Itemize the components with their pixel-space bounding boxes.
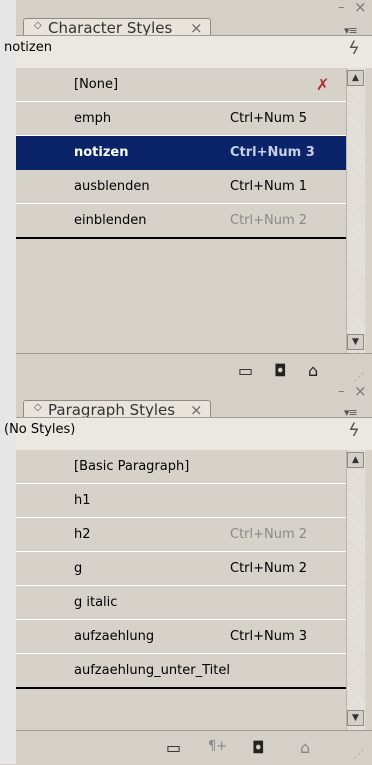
style-name: einblenden: [74, 213, 147, 228]
scroll-down-icon[interactable]: ▼: [347, 334, 364, 350]
new-style-icon[interactable]: ◘: [274, 361, 287, 380]
scroll-up-icon[interactable]: ▲: [347, 70, 364, 86]
list-item[interactable]: h2 Ctrl+Num 2: [16, 518, 346, 552]
tab-expand-icon[interactable]: ◇: [34, 20, 42, 31]
tab-character-styles[interactable]: ◇ Character Styles ×: [23, 18, 211, 37]
list-item[interactable]: aufzaehlung_unter_Titel: [16, 654, 346, 688]
style-name: h1: [74, 493, 91, 508]
no-edit-icon: ✗: [316, 75, 330, 94]
character-styles-panel: ◇ Character Styles × – × ▾≡ notizen ϟ [N…: [4, 0, 372, 388]
list-item[interactable]: einblenden Ctrl+Num 2: [16, 204, 346, 238]
scroll-down-icon[interactable]: ▼: [347, 710, 364, 726]
panel-tab-bar: ◇ Paragraph Styles × – × ▾≡: [16, 382, 372, 419]
style-shortcut: Ctrl+Num 2: [230, 561, 308, 576]
style-name: g italic: [74, 595, 118, 610]
style-name: [Basic Paragraph]: [74, 459, 190, 474]
scrollbar[interactable]: ▲ ▼: [346, 68, 365, 354]
current-style-bar: (No Styles) ϟ: [4, 417, 372, 450]
style-shortcut: Ctrl+Num 2: [230, 213, 308, 228]
trash-icon[interactable]: ⌂: [308, 361, 318, 380]
quick-apply-icon[interactable]: ϟ: [348, 420, 360, 441]
list-item[interactable]: aufzaehlung Ctrl+Num 3: [16, 620, 346, 654]
style-name: aufzaehlung: [74, 629, 155, 644]
style-name: h2: [74, 527, 91, 542]
scrollbar[interactable]: ▲ ▼: [346, 450, 365, 730]
folder-icon[interactable]: ▭: [238, 361, 253, 380]
list-item[interactable]: ausblenden Ctrl+Num 1: [16, 170, 346, 204]
list-item[interactable]: g Ctrl+Num 2: [16, 552, 346, 586]
style-name: ausblenden: [74, 179, 150, 194]
resize-grip[interactable]: ⋰: [354, 749, 364, 760]
character-style-list: [None] ✗ emph Ctrl+Num 5 notizen Ctrl+Nu…: [16, 68, 346, 354]
close-icon[interactable]: ×: [354, 0, 367, 16]
style-shortcut: Ctrl+Num 2: [230, 527, 308, 542]
quick-apply-icon[interactable]: ϟ: [348, 38, 360, 59]
panel-footer: ▭ ◘ ⌂ ⋰: [16, 353, 372, 388]
list-end-line: [16, 687, 346, 689]
tab-paragraph-styles[interactable]: ◇ Paragraph Styles ×: [23, 400, 211, 419]
style-name: g: [74, 561, 83, 576]
style-name: [None]: [74, 77, 119, 92]
list-item-selected[interactable]: notizen Ctrl+Num 3: [16, 136, 346, 170]
list-item[interactable]: [Basic Paragraph]: [16, 450, 346, 484]
style-shortcut: Ctrl+Num 1: [230, 179, 308, 194]
style-shortcut: Ctrl+Num 5: [230, 111, 308, 126]
panel-tab-bar: ◇ Character Styles × – × ▾≡: [16, 0, 372, 37]
paragraph-style-list: [Basic Paragraph] h1 h2 Ctrl+Num 2 g Ctr…: [16, 450, 346, 730]
close-icon[interactable]: ×: [354, 382, 367, 400]
scroll-up-icon[interactable]: ▲: [347, 452, 364, 468]
clear-overrides-icon[interactable]: ¶+: [208, 739, 227, 754]
tab-expand-icon[interactable]: ◇: [34, 402, 42, 413]
list-item[interactable]: emph Ctrl+Num 5: [16, 102, 346, 136]
panel-footer: ▭ ¶+ ◘ ⌂ ⋰: [16, 730, 372, 765]
current-style-bar: notizen ϟ: [4, 35, 372, 68]
new-style-icon[interactable]: ◘: [252, 738, 265, 757]
current-style-name: notizen: [4, 40, 52, 55]
style-name: notizen: [74, 145, 129, 160]
left-background-stripe: [0, 0, 16, 764]
minimize-icon[interactable]: –: [338, 384, 345, 399]
style-name: emph: [74, 111, 112, 126]
style-shortcut: Ctrl+Num 3: [230, 145, 315, 160]
list-item[interactable]: g italic: [16, 586, 346, 620]
minimize-icon[interactable]: –: [338, 0, 345, 15]
list-item[interactable]: h1: [16, 484, 346, 518]
current-style-name: (No Styles): [4, 422, 76, 437]
folder-icon[interactable]: ▭: [166, 738, 181, 757]
list-item[interactable]: [None] ✗: [16, 68, 346, 102]
style-name: aufzaehlung_unter_Titel: [74, 663, 230, 678]
trash-icon[interactable]: ⌂: [300, 738, 310, 757]
list-end-line: [16, 237, 346, 239]
paragraph-styles-panel: ◇ Paragraph Styles × – × ▾≡ (No Styles) …: [4, 382, 372, 765]
style-shortcut: Ctrl+Num 3: [230, 629, 308, 644]
